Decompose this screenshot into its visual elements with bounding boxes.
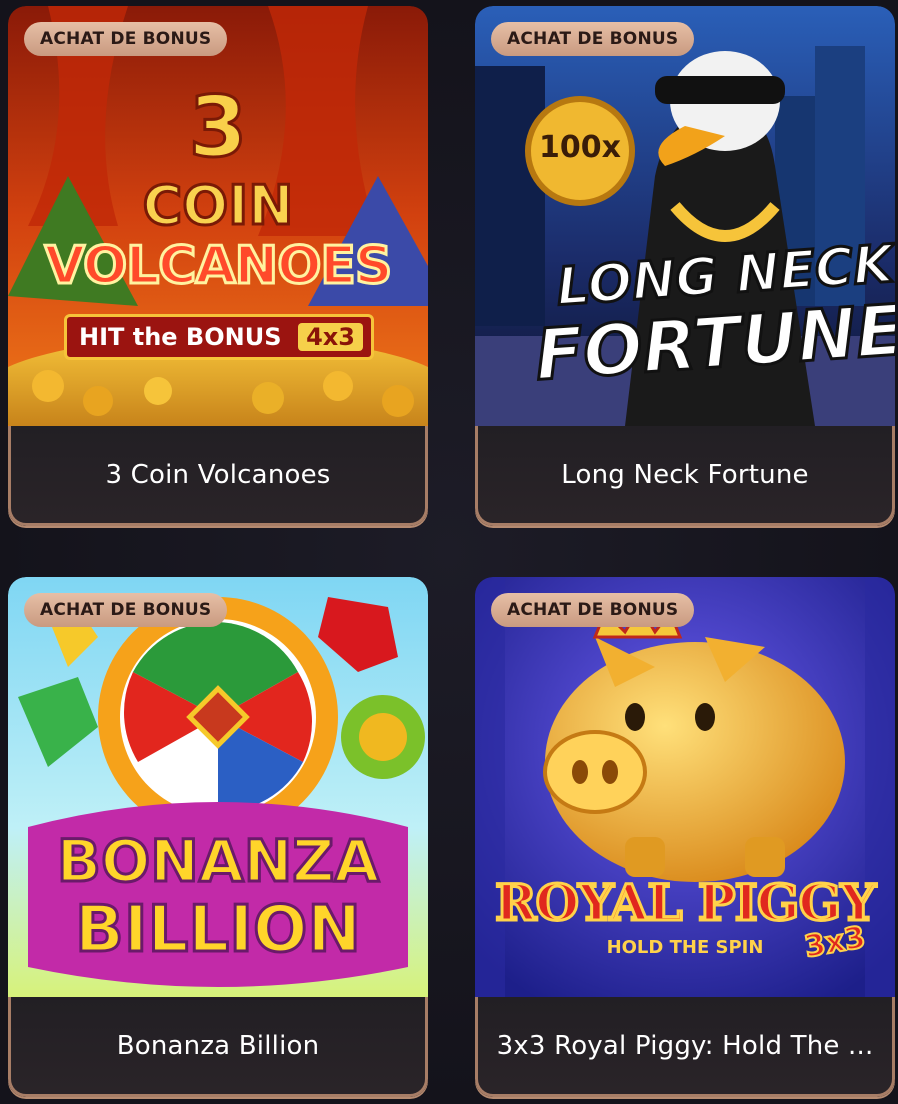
game-title[interactable]: Bonanza Billion bbox=[117, 1031, 320, 1061]
game-card-long-neck-fortune[interactable]: 100x LONG NECK FORTUNE ACHAT DE BONUS Lo… bbox=[475, 6, 895, 526]
bonus-buy-badge: ACHAT DE BONUS bbox=[24, 593, 228, 627]
game-title[interactable]: 3 Coin Volcanoes bbox=[105, 460, 330, 490]
art-word-volcanoes: VOLCANOES bbox=[43, 235, 394, 298]
game-title[interactable]: Long Neck Fortune bbox=[561, 460, 808, 490]
bonus-buy-badge: ACHAT DE BONUS bbox=[491, 22, 695, 56]
game-title-box[interactable]: Long Neck Fortune bbox=[475, 426, 895, 526]
art-royal-piggy: ROYAL PIGGY bbox=[493, 872, 877, 934]
game-card-royal-piggy[interactable]: ROYAL PIGGY HOLD THE SPIN 3x3 ACHAT DE B… bbox=[475, 577, 895, 1097]
game-title-box[interactable]: 3x3 Royal Piggy: Hold The ... bbox=[475, 997, 895, 1097]
bonus-buy-badge: ACHAT DE BONUS bbox=[24, 22, 228, 56]
game-thumbnail[interactable]: 100x LONG NECK FORTUNE ACHAT DE BONUS bbox=[475, 6, 895, 426]
game-card-3-coin-volcanoes[interactable]: 3 COIN VOLCANOES HIT the BONUS 4x3 ACHAT… bbox=[8, 6, 428, 526]
game-title-box[interactable]: Bonanza Billion bbox=[8, 997, 428, 1097]
art-billion: BILLION bbox=[74, 892, 363, 969]
art-hit-bonus-text: HIT the BONUS bbox=[79, 323, 282, 351]
game-title-box[interactable]: 3 Coin Volcanoes bbox=[8, 426, 428, 526]
game-grid: 3 COIN VOLCANOES HIT the BONUS 4x3 ACHAT… bbox=[0, 0, 898, 1104]
art-bonanza: BONANZA bbox=[55, 826, 380, 897]
art-hit-bonus-banner: HIT the BONUS 4x3 bbox=[64, 314, 374, 360]
art-4x3-tag: 4x3 bbox=[298, 323, 363, 351]
game-thumbnail[interactable]: BONANZA BILLION ACHAT DE BONUS bbox=[8, 577, 428, 997]
art-word-coin: COIN bbox=[141, 173, 295, 239]
game-thumbnail[interactable]: ROYAL PIGGY HOLD THE SPIN 3x3 ACHAT DE B… bbox=[475, 577, 895, 997]
game-card-bonanza-billion[interactable]: BONANZA BILLION ACHAT DE BONUS Bonanza B… bbox=[8, 577, 428, 1097]
game-title[interactable]: 3x3 Royal Piggy: Hold The ... bbox=[497, 1031, 874, 1061]
game-thumbnail[interactable]: 3 COIN VOLCANOES HIT the BONUS 4x3 ACHAT… bbox=[8, 6, 428, 426]
art-coin-multiplier: 100x bbox=[539, 130, 621, 165]
bonus-buy-badge: ACHAT DE BONUS bbox=[491, 593, 695, 627]
art-number: 3 bbox=[187, 77, 248, 178]
